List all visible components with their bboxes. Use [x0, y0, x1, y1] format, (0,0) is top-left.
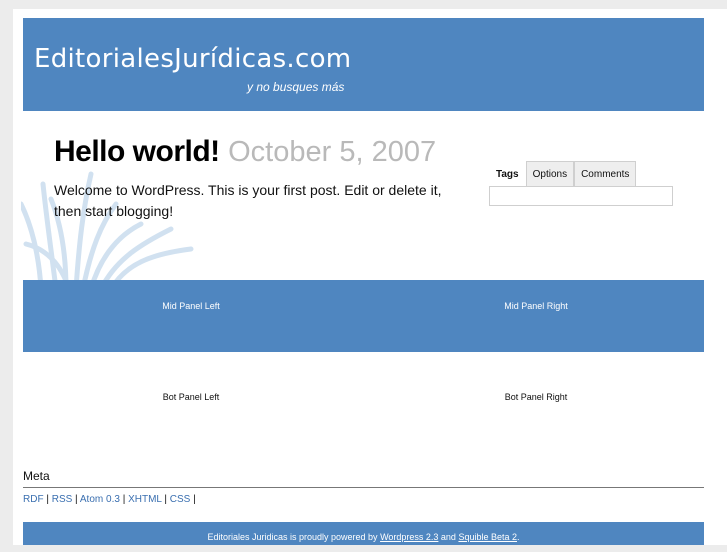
atom-link[interactable]: Atom 0.3 [80, 494, 120, 505]
post-date: October 5, 2007 [228, 136, 437, 168]
separator: | [43, 494, 52, 505]
separator: | [72, 494, 80, 505]
bot-panel-left: Bot Panel Left [162, 392, 220, 402]
tab-comments[interactable]: Comments [574, 161, 637, 186]
site-title[interactable]: EditorialesJurídicas.com [34, 44, 351, 74]
site-footer: Editoriales Juridicas is proudly powered… [23, 522, 704, 545]
tab-panel [489, 186, 673, 206]
page: EditorialesJurídicas.com y no busques má… [13, 9, 727, 545]
footer-suffix: . [517, 532, 520, 542]
rss-link[interactable]: RSS [52, 494, 73, 505]
post-heading[interactable]: Hello world! [54, 135, 220, 168]
rdf-link[interactable]: RDF [23, 494, 44, 505]
css-link[interactable]: CSS [170, 494, 191, 505]
meta-links: RDF | RSS | Atom 0.3 | XHTML | CSS | [23, 494, 198, 505]
wordpress-link[interactable]: Wordpress 2.3 [380, 532, 438, 542]
footer-and: and [438, 532, 459, 542]
tab-tags[interactable]: Tags [489, 161, 526, 186]
squible-link[interactable]: Squible Beta 2 [458, 532, 517, 542]
mid-panel-left: Mid Panel Left [162, 301, 220, 311]
post-title: Hello world! October 5, 2007 [54, 135, 436, 169]
site-header: EditorialesJurídicas.com y no busques má… [23, 18, 704, 111]
post-body: Welcome to WordPress. This is your first… [54, 182, 442, 219]
mid-panel: Mid Panel Left Mid Panel Right [23, 280, 704, 352]
tab-options[interactable]: Options [525, 161, 575, 186]
xhtml-link[interactable]: XHTML [128, 494, 162, 505]
sidebar-tabs: Tags Options Comments [489, 161, 637, 186]
separator: | [161, 494, 170, 505]
mid-panel-right: Mid Panel Right [504, 301, 568, 311]
meta-title: Meta [23, 469, 50, 483]
separator: | [190, 494, 199, 505]
footer-prefix: Editoriales Juridicas is proudly powered… [207, 532, 381, 542]
meta-divider [23, 487, 704, 488]
site-tagline: y no busques más [247, 80, 345, 94]
bot-panel-right: Bot Panel Right [504, 392, 568, 402]
separator: | [119, 494, 129, 505]
